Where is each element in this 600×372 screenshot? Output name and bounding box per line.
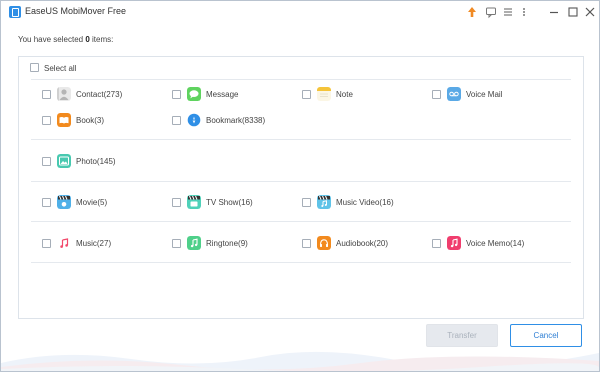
divider bbox=[31, 262, 571, 263]
divider bbox=[31, 139, 571, 140]
minimize-icon[interactable] bbox=[547, 5, 561, 19]
note-checkbox[interactable] bbox=[302, 90, 311, 99]
footer-wave-decoration bbox=[1, 351, 599, 371]
voice-memo-icon bbox=[447, 236, 461, 250]
audiobook-label: Audiobook(20) bbox=[336, 239, 389, 248]
book-checkbox[interactable] bbox=[42, 116, 51, 125]
selection-summary: You have selected 0 items: bbox=[18, 35, 114, 44]
select-all-label: Select all bbox=[44, 64, 77, 73]
tv-show-checkbox[interactable] bbox=[172, 198, 181, 207]
book-icon bbox=[57, 113, 71, 127]
movie-label: Movie(5) bbox=[76, 198, 108, 207]
message-checkbox[interactable] bbox=[172, 90, 181, 99]
bookmark-icon bbox=[187, 113, 201, 127]
ringtone-label: Ringtone(9) bbox=[206, 239, 248, 248]
divider bbox=[31, 79, 571, 80]
ringtone-checkbox[interactable] bbox=[172, 239, 181, 248]
note-label: Note bbox=[336, 90, 353, 99]
message-label: Message bbox=[206, 90, 239, 99]
voice-memo-checkbox[interactable] bbox=[432, 239, 441, 248]
settings-icon[interactable] bbox=[517, 5, 531, 19]
divider bbox=[31, 221, 571, 222]
title-bar: EaseUS MobiMover Free bbox=[1, 1, 599, 23]
photo-icon bbox=[57, 154, 71, 168]
message-icon bbox=[187, 87, 201, 101]
bookmark-label: Bookmark(8338) bbox=[206, 116, 266, 125]
music-video-label: Music Video(16) bbox=[336, 198, 394, 207]
upgrade-arrow-icon[interactable] bbox=[465, 5, 479, 19]
app-title: EaseUS MobiMover Free bbox=[25, 6, 127, 16]
category-panel: Select all Contact(273) Message Note Voi… bbox=[18, 56, 584, 319]
app-window: EaseUS MobiMover Free You have selected … bbox=[0, 0, 600, 372]
tv-show-icon bbox=[187, 195, 201, 209]
music-video-icon bbox=[317, 195, 331, 209]
movie-icon bbox=[57, 195, 71, 209]
ringtone-icon bbox=[187, 236, 201, 250]
music-icon bbox=[57, 236, 71, 250]
close-icon[interactable] bbox=[583, 5, 597, 19]
tv-show-label: TV Show(16) bbox=[206, 198, 253, 207]
music-label: Music(27) bbox=[76, 239, 112, 248]
music-checkbox[interactable] bbox=[42, 239, 51, 248]
divider bbox=[31, 181, 571, 182]
photo-checkbox[interactable] bbox=[42, 157, 51, 166]
voice-memo-label: Voice Memo(14) bbox=[466, 239, 525, 248]
feedback-icon[interactable] bbox=[484, 5, 498, 19]
note-icon bbox=[317, 87, 331, 101]
contact-label: Contact(273) bbox=[76, 90, 123, 99]
maximize-icon[interactable] bbox=[566, 5, 580, 19]
bookmark-checkbox[interactable] bbox=[172, 116, 181, 125]
menu-icon[interactable] bbox=[501, 5, 515, 19]
app-logo-icon bbox=[9, 6, 21, 18]
audiobook-checkbox[interactable] bbox=[302, 239, 311, 248]
voice-mail-checkbox[interactable] bbox=[432, 90, 441, 99]
book-label: Book(3) bbox=[76, 116, 105, 125]
music-video-checkbox[interactable] bbox=[302, 198, 311, 207]
select-all-checkbox[interactable] bbox=[30, 63, 39, 72]
photo-label: Photo(145) bbox=[76, 157, 116, 166]
voice-mail-label: Voice Mail bbox=[466, 90, 503, 99]
audiobook-icon bbox=[317, 236, 331, 250]
movie-checkbox[interactable] bbox=[42, 198, 51, 207]
voicemail-icon bbox=[447, 87, 461, 101]
contact-icon bbox=[57, 87, 71, 101]
contact-checkbox[interactable] bbox=[42, 90, 51, 99]
